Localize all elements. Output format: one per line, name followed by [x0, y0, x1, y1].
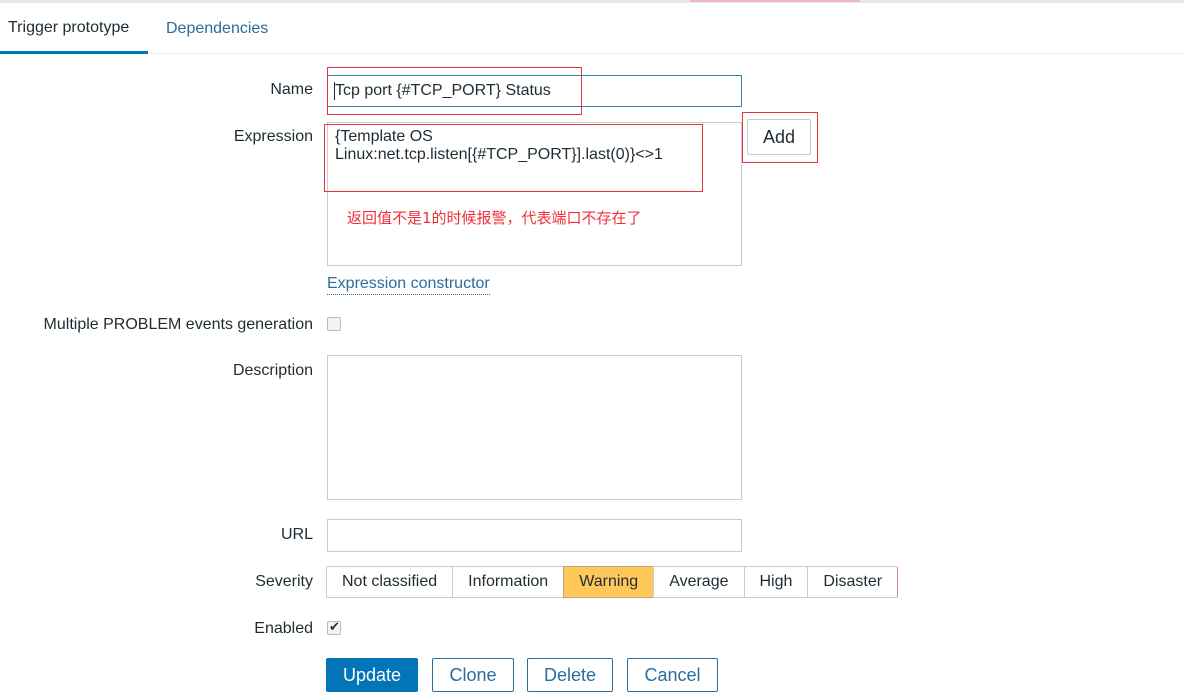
expression-value: {Template OS Linux:net.tcp.listen[{#TCP_…: [335, 128, 715, 164]
multiple-problem-label: Multiple PROBLEM events generation: [43, 316, 313, 333]
tab-dependencies[interactable]: Dependencies: [166, 3, 268, 54]
url-label: URL: [280, 526, 313, 543]
annotation-note: 返回值不是1的时候报警，代表端口不存在了: [347, 209, 642, 227]
top-bar-highlight: [690, 0, 860, 2]
cancel-button[interactable]: Cancel: [627, 658, 718, 692]
add-expression-button[interactable]: Add: [747, 119, 811, 155]
description-textarea[interactable]: [327, 355, 742, 500]
severity-label: Severity: [255, 573, 313, 590]
text-caret: [334, 82, 335, 100]
severity-information[interactable]: Information: [452, 566, 565, 598]
severity-warning[interactable]: Warning: [563, 566, 655, 598]
expression-line-2: Linux:net.tcp.listen[{#TCP_PORT}].last(0…: [335, 146, 663, 163]
expression-line-1: {Template OS: [335, 128, 433, 145]
expression-constructor-link[interactable]: Expression constructor: [327, 274, 490, 295]
severity-disaster[interactable]: Disaster: [807, 566, 899, 598]
severity-high[interactable]: High: [743, 566, 809, 598]
severity-segmented-control: Not classified Information Warning Avera…: [326, 566, 899, 598]
enabled-label: Enabled: [254, 620, 313, 637]
severity-average[interactable]: Average: [653, 566, 745, 598]
tab-bar: Trigger prototype Dependencies: [0, 3, 1184, 54]
name-label: Name: [270, 81, 313, 98]
enabled-checkbox[interactable]: ✔: [327, 619, 341, 635]
update-button[interactable]: Update: [326, 658, 418, 692]
delete-button[interactable]: Delete: [527, 658, 613, 692]
name-input[interactable]: [327, 75, 742, 107]
severity-not-classified[interactable]: Not classified: [326, 566, 454, 598]
tab-trigger-prototype[interactable]: Trigger prototype: [0, 3, 148, 54]
multiple-problem-checkbox[interactable]: [327, 317, 341, 331]
url-input[interactable]: [327, 519, 742, 552]
checkmark-icon: ✔: [329, 619, 340, 634]
description-label: Description: [232, 362, 313, 379]
clone-button[interactable]: Clone: [432, 658, 514, 692]
expression-label: Expression: [233, 128, 313, 145]
